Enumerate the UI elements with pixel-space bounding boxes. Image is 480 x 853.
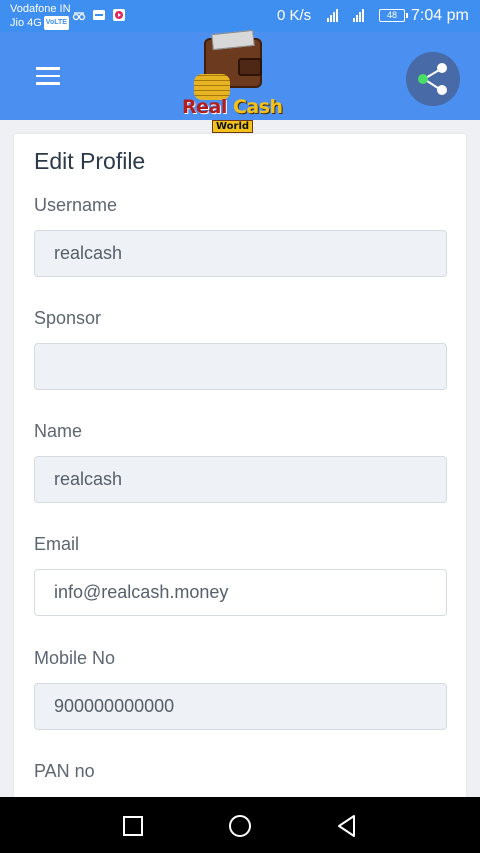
navigation-bar	[0, 797, 480, 853]
network-speed: 0 K/s	[277, 7, 312, 24]
status-bar: Vodafone IN Jio 4G VoLTE 0 K/s 48 7:04 pm	[0, 0, 480, 32]
edit-profile-card: Edit Profile Username Sponsor Name Email…	[14, 134, 466, 814]
name-field[interactable]	[34, 456, 447, 503]
share-icon	[418, 63, 447, 95]
username-label: Username	[34, 195, 118, 215]
page-title: Edit Profile	[34, 148, 146, 174]
logo-subtitle: World	[212, 120, 254, 133]
home-button[interactable]	[225, 811, 255, 841]
signal-strength-icon	[327, 8, 338, 22]
notification-icons	[72, 8, 126, 22]
logo-title: Real Cash	[182, 96, 283, 118]
sponsor-label: Sponsor	[34, 308, 102, 328]
media-app-icon	[113, 9, 125, 21]
usb-icon	[72, 12, 86, 21]
recent-apps-button[interactable]	[118, 811, 148, 841]
hamburger-icon	[36, 67, 70, 85]
sponsor-field[interactable]	[34, 343, 447, 390]
name-label: Name	[34, 421, 83, 441]
carrier-2: Jio 4G	[10, 17, 42, 29]
carrier-info: Vodafone IN Jio 4G VoLTE	[10, 2, 71, 31]
volte-badge: VoLTE	[43, 16, 69, 31]
username-field[interactable]	[34, 230, 447, 277]
battery-icon: 48	[379, 9, 408, 22]
paytm-icon	[93, 10, 105, 20]
email-field[interactable]	[34, 569, 447, 616]
signal-4g-icon	[353, 8, 364, 22]
app-logo: Real Cash World	[180, 36, 284, 136]
pan-label: PAN no	[34, 761, 95, 781]
mobile-field[interactable]	[34, 683, 447, 730]
clock: 7:04 pm	[411, 7, 469, 24]
battery-level: 48	[386, 10, 397, 20]
mobile-label: Mobile No	[34, 648, 116, 668]
app-bar: Real Cash World	[0, 32, 480, 133]
menu-button[interactable]	[36, 62, 70, 92]
back-button[interactable]	[332, 811, 362, 841]
carrier-1: Vodafone IN	[10, 3, 71, 15]
share-button[interactable]	[406, 52, 460, 106]
email-label: Email	[34, 534, 80, 554]
